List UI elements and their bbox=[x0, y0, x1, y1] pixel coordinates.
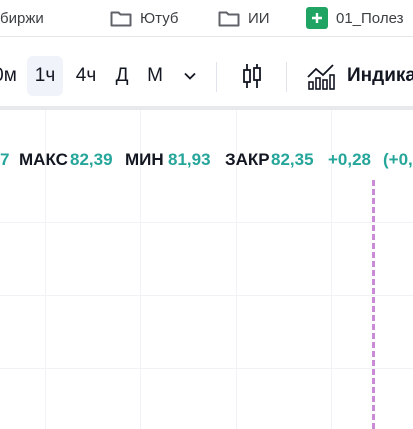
bookmark-label: 01_Полез bbox=[336, 9, 404, 27]
toolbar-divider bbox=[216, 62, 217, 92]
candles-chart-type-button[interactable] bbox=[238, 56, 266, 96]
grid-line bbox=[0, 222, 413, 223]
chevron-down-icon bbox=[184, 65, 196, 86]
change-value: +0,28 bbox=[328, 150, 372, 169]
indicators-icon bbox=[306, 64, 336, 90]
bookmark-youtube[interactable]: Ютуб bbox=[110, 7, 178, 29]
low-value: 81,93 bbox=[168, 150, 211, 169]
folder-icon bbox=[218, 10, 240, 27]
chart-toolbar: 0м 1ч 4ч Д М Индика bbox=[0, 48, 413, 110]
indicators-label[interactable]: Индика bbox=[347, 56, 413, 96]
high-value: 82,39 bbox=[70, 150, 113, 169]
candlestick-icon bbox=[241, 63, 263, 88]
intervals-dropdown-button[interactable] bbox=[176, 56, 204, 96]
open-value-tail: 7 bbox=[0, 150, 10, 169]
bookmark-ai[interactable]: ИИ bbox=[218, 7, 270, 29]
grid-line bbox=[0, 368, 413, 369]
crosshair-vertical-line bbox=[372, 180, 375, 429]
bookmark-label: биржи bbox=[0, 9, 44, 27]
close-label: ЗАКР bbox=[225, 150, 270, 169]
ohlc-legend: 7 МАКС 82,39 МИН 81,93 ЗАКР 82,35 +0,28 … bbox=[0, 150, 413, 176]
bookmark-birzhi[interactable]: биржи bbox=[0, 7, 44, 29]
interval-day-button[interactable]: Д bbox=[110, 56, 134, 96]
folder-icon bbox=[110, 10, 132, 27]
interval-0m-button[interactable]: 0м bbox=[0, 56, 18, 96]
bookmark-label: Ютуб bbox=[140, 9, 179, 27]
grid-line bbox=[0, 295, 413, 296]
bookmark-poleznoe[interactable]: 01_Полез bbox=[306, 7, 403, 29]
interval-month-button[interactable]: М bbox=[143, 56, 167, 96]
low-label: МИН bbox=[125, 150, 164, 169]
high-label: МАКС bbox=[19, 150, 68, 169]
indicators-button[interactable] bbox=[305, 56, 337, 96]
close-value: 82,35 bbox=[271, 150, 314, 169]
interval-4h-button[interactable]: 4ч bbox=[70, 56, 102, 96]
toolbar-divider bbox=[286, 62, 287, 92]
bookmark-label: ИИ bbox=[248, 9, 270, 27]
google-sheets-icon bbox=[306, 7, 328, 29]
change-percent: (+0, bbox=[383, 150, 413, 169]
bookmarks-bar: биржи Ютуб ИИ 01_Полез bbox=[0, 0, 413, 37]
interval-1h-button[interactable]: 1ч bbox=[27, 56, 63, 96]
